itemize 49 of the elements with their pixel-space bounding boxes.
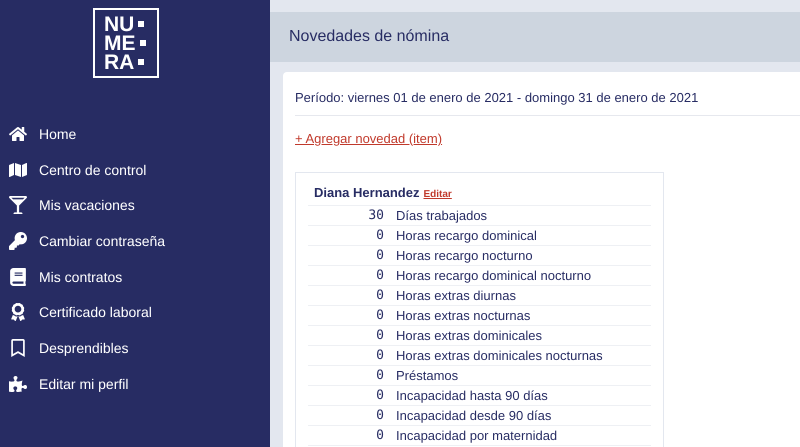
item-label: Horas extras nocturnas — [396, 308, 530, 323]
item-value: 0 — [375, 308, 384, 323]
item-value: 0 — [375, 368, 384, 383]
item-label: Horas extras dominicales nocturnas — [396, 348, 603, 363]
page-title: Novedades de nómina — [289, 28, 450, 46]
cocktail-glass-icon — [8, 196, 28, 214]
item-value: 0 — [375, 328, 384, 343]
edit-link[interactable]: Editar — [423, 189, 452, 200]
sidebar-item[interactable]: Editar mi perfil — [0, 366, 270, 402]
item-label: Incapacidad por maternidad — [396, 428, 558, 443]
item-label: Incapacidad desde 90 días — [396, 408, 552, 423]
book-icon — [8, 268, 28, 286]
item-label: Préstamos — [396, 368, 458, 383]
item-value: 0 — [375, 248, 384, 263]
square-icon — [140, 40, 146, 46]
item-label: Horas recargo dominical — [396, 228, 537, 243]
sidebar-item[interactable]: Cambiar contraseña — [0, 223, 270, 259]
item-value: 0 — [375, 288, 384, 303]
logo-text: RA — [104, 52, 134, 72]
item-value: 0 — [375, 228, 384, 243]
item-value: 0 — [375, 268, 384, 283]
square-icon — [138, 21, 144, 27]
item-label: Horas extras diurnas — [396, 288, 516, 303]
employee-name: Diana Hernandez — [314, 185, 420, 200]
item-value: 0 — [375, 388, 384, 403]
sidebar-item[interactable]: Desprendibles — [0, 330, 270, 366]
logo-text: ME — [104, 34, 136, 52]
item-value: 30 — [367, 208, 384, 223]
add-item-link[interactable]: + Agregar novedad (item) — [295, 131, 442, 146]
item-label: Horas extras dominicales — [396, 328, 542, 343]
sidebar-item[interactable]: Home — [0, 116, 270, 152]
map-icon — [8, 160, 28, 179]
item-label: Incapacidad hasta 90 días — [396, 388, 548, 403]
item-value: 0 — [375, 348, 384, 363]
key-icon — [8, 232, 28, 250]
square-icon — [138, 59, 144, 65]
logo-text: NU — [104, 14, 134, 34]
sidebar-item[interactable]: Mis contratos — [0, 258, 270, 294]
item-label: Días trabajados — [396, 208, 488, 223]
item-value: 0 — [375, 408, 384, 423]
period-text: Período: viernes 01 de enero de 2021 - domingo 31 de enero de 2021 — [295, 72, 800, 116]
item-label: Horas recargo dominical nocturno — [396, 268, 592, 283]
sidebar-item[interactable]: Certificado laboral — [0, 294, 270, 330]
puzzle-piece-icon — [8, 374, 28, 393]
sidebar-item[interactable]: Mis vacaciones — [0, 187, 270, 224]
item-label: Horas recargo nocturno — [396, 248, 533, 263]
home-icon — [8, 124, 28, 143]
sidebar-item[interactable]: Centro de control — [0, 152, 270, 188]
item-value: 0 — [375, 428, 384, 443]
